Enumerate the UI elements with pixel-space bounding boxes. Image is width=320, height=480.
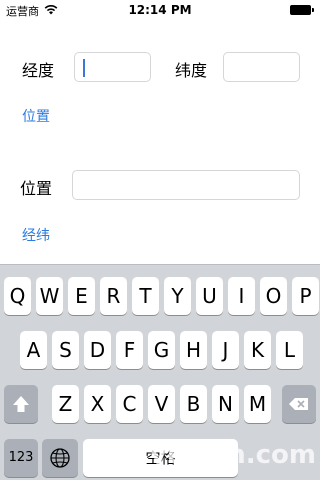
globe-icon [42,439,78,477]
key-z[interactable]: Z [52,385,79,423]
key-j[interactable]: J [212,331,239,369]
key-t[interactable]: T [132,277,159,315]
latitude-input[interactable] [223,52,300,82]
globe-key[interactable] [42,439,78,477]
key-p[interactable]: P [292,277,319,315]
shift-arrow-icon [4,385,38,423]
battery-icon [290,5,314,15]
shift-key[interactable] [4,385,38,423]
key-g[interactable]: G [148,331,175,369]
watermark-text: yuslan.com [149,440,316,470]
key-y[interactable]: Y [164,277,191,315]
key-h[interactable]: H [180,331,207,369]
longitude-input[interactable] [74,52,151,82]
key-m[interactable]: M [244,385,271,423]
key-x[interactable]: X [84,385,111,423]
key-w[interactable]: W [36,277,63,315]
latitude-label: 纬度 [175,61,208,80]
text-cursor [83,59,85,77]
position-input[interactable] [72,170,300,200]
key-q[interactable]: Q [4,277,31,315]
status-time: 12:14 PM [128,3,192,17]
key-i[interactable]: I [228,277,255,315]
status-bar: 运营商 12:14 PM [0,0,320,20]
key-e[interactable]: E [68,277,95,315]
key-l[interactable]: L [276,331,303,369]
delete-backspace-icon [282,385,316,423]
position-label: 位置 [20,179,53,198]
key-u[interactable]: U [196,277,223,315]
key-k[interactable]: K [244,331,271,369]
delete-key[interactable] [282,385,316,423]
lookup-coords-button[interactable]: 经纬 [22,225,50,245]
key-n[interactable]: N [212,385,239,423]
key-b[interactable]: B [180,385,207,423]
key-o[interactable]: O [260,277,287,315]
longitude-label: 经度 [22,61,55,80]
key-f[interactable]: F [116,331,143,369]
key-c[interactable]: C [116,385,143,423]
key-r[interactable]: R [100,277,127,315]
key-s[interactable]: S [52,331,79,369]
key-d[interactable]: D [84,331,111,369]
lookup-position-button[interactable]: 位置 [22,106,50,126]
key-a[interactable]: A [20,331,47,369]
key-v[interactable]: V [148,385,175,423]
numbers-key[interactable]: 123 [4,439,38,477]
